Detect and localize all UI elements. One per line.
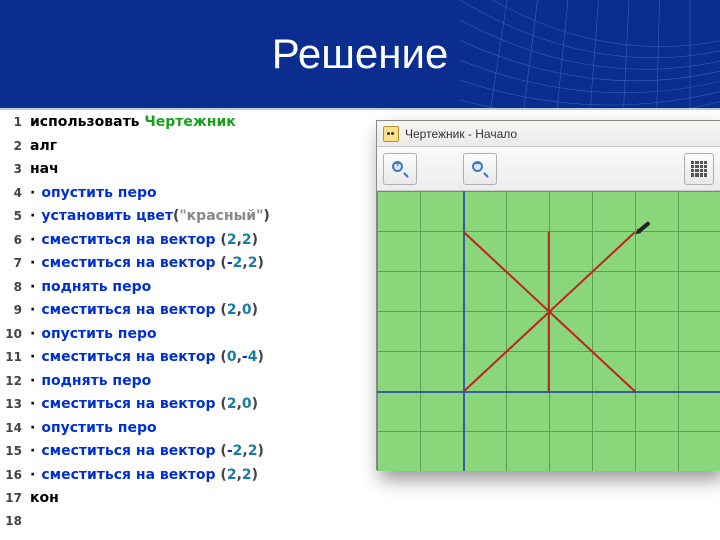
code-text: использовать Чертежник	[30, 114, 236, 130]
line-number: 7	[0, 256, 30, 270]
code-line[interactable]: 16·сместиться на вектор (2,2)	[0, 467, 380, 491]
code-line[interactable]: 6·сместиться на вектор (2,2)	[0, 232, 380, 256]
code-line[interactable]: 4·опустить перо	[0, 185, 380, 209]
code-text: алг	[30, 138, 57, 154]
zoom-in-button[interactable]: +	[383, 153, 417, 185]
code-text: ·сместиться на вектор (2,2)	[30, 232, 258, 248]
code-line[interactable]: 2алг	[0, 138, 380, 162]
line-number: 17	[0, 491, 30, 505]
line-number: 14	[0, 421, 30, 435]
toolbar: + −	[377, 147, 720, 191]
code-line[interactable]: 9·сместиться на вектор (2,0)	[0, 302, 380, 326]
grid-button[interactable]	[684, 153, 714, 185]
line-number: 9	[0, 303, 30, 317]
line-number: 10	[0, 327, 30, 341]
line-number: 5	[0, 209, 30, 223]
code-text: ·опустить перо	[30, 326, 157, 342]
mesh-decoration	[460, 0, 720, 110]
code-line[interactable]: 15·сместиться на вектор (-2,2)	[0, 443, 380, 467]
drawing-canvas[interactable]	[377, 191, 720, 471]
code-line[interactable]: 14·опустить перо	[0, 420, 380, 444]
code-line[interactable]: 7·сместиться на вектор (-2,2)	[0, 255, 380, 279]
code-text: ·опустить перо	[30, 420, 157, 436]
line-number: 8	[0, 280, 30, 294]
code-line[interactable]: 18	[0, 514, 380, 538]
window-title: Чертежник - Начало	[405, 127, 517, 141]
zoom-out-button[interactable]: −	[463, 153, 497, 185]
line-number: 15	[0, 444, 30, 458]
line-number: 12	[0, 374, 30, 388]
line-number: 6	[0, 233, 30, 247]
code-line[interactable]: 12·поднять перо	[0, 373, 380, 397]
code-line[interactable]: 13·сместиться на вектор (2,0)	[0, 396, 380, 420]
line-number: 2	[0, 139, 30, 153]
line-number: 13	[0, 397, 30, 411]
code-line[interactable]: 3нач	[0, 161, 380, 185]
code-line[interactable]: 17кон	[0, 490, 380, 514]
line-number: 4	[0, 186, 30, 200]
grid-icon	[691, 161, 707, 177]
line-number: 1	[0, 115, 30, 129]
code-text: ·опустить перо	[30, 185, 157, 201]
code-text: ·поднять перо	[30, 279, 151, 295]
code-text: ·сместиться на вектор (-2,2)	[30, 255, 264, 271]
code-line[interactable]: 1использовать Чертежник	[0, 114, 380, 138]
code-text: ·сместиться на вектор (0,-4)	[30, 349, 264, 365]
code-text: ·сместиться на вектор (-2,2)	[30, 443, 264, 459]
drawer-window: Чертежник - Начало + −	[376, 120, 720, 470]
code-text: ·поднять перо	[30, 373, 151, 389]
titlebar[interactable]: Чертежник - Начало	[377, 121, 720, 147]
code-editor[interactable]: 1использовать Чертежник2алг3нач4·опустит…	[0, 110, 380, 537]
code-text: кон	[30, 490, 59, 506]
code-text: ·сместиться на вектор (2,0)	[30, 302, 258, 318]
line-number: 16	[0, 468, 30, 482]
code-text: ·установить цвет("красный")	[30, 208, 270, 224]
app-icon	[383, 126, 399, 142]
code-text: нач	[30, 161, 59, 177]
code-line[interactable]: 10·опустить перо	[0, 326, 380, 350]
zoom-in-icon: +	[392, 161, 408, 177]
code-text: ·сместиться на вектор (2,2)	[30, 467, 258, 483]
code-line[interactable]: 11·сместиться на вектор (0,-4)	[0, 349, 380, 373]
code-line[interactable]: 8·поднять перо	[0, 279, 380, 303]
line-number: 11	[0, 350, 30, 364]
slide-header: Решение	[0, 0, 720, 110]
zoom-out-icon: −	[472, 161, 488, 177]
code-text: ·сместиться на вектор (2,0)	[30, 396, 258, 412]
line-number: 3	[0, 162, 30, 176]
line-number: 18	[0, 514, 30, 528]
code-line[interactable]: 5·установить цвет("красный")	[0, 208, 380, 232]
